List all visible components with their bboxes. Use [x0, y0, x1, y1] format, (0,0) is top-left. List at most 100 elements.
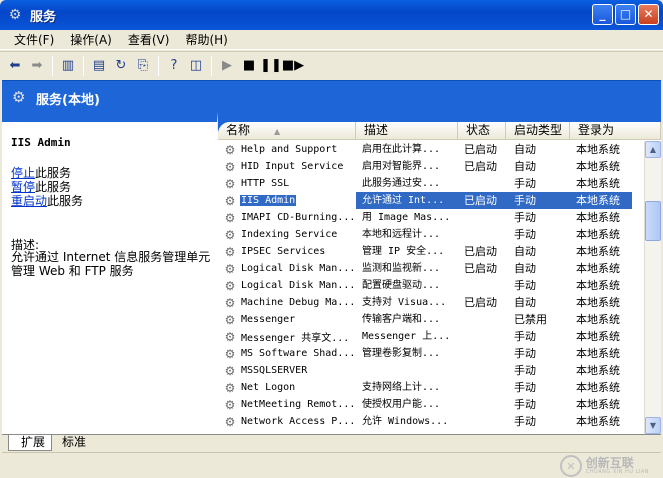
service-logon: 本地系统 [576, 245, 620, 258]
stop-service-icon[interactable]: ■ [238, 55, 260, 77]
column-name[interactable]: 名称 ▲ [218, 122, 356, 140]
service-name-cell: ⚙ HID Input Service [218, 159, 356, 175]
restart-service-action: 重启动此服务 [11, 192, 83, 209]
service-description: 允许通过 Int... [356, 192, 458, 209]
service-description: 使授权用户能... [362, 399, 441, 410]
service-status [458, 311, 506, 328]
table-row[interactable]: ⚙ IIS Admin 允许通过 Int... 已启动 手动 本地系统 [218, 192, 642, 209]
restart-link[interactable]: 重启动 [11, 194, 47, 208]
table-row[interactable]: ⚙ HTTP SSL 此服务通过安... 手动 本地系统 [218, 175, 642, 192]
watermark-logo-icon: ✕ [559, 455, 582, 477]
services-list[interactable]: 名称 ▲ 描述 状态 启动类型 登录为 ⚙ Help and Support 启用在此… [218, 122, 661, 434]
table-row[interactable]: ⚙ IMAPI CD-Burning... 用 Image Mas... 手动 本地系统 [218, 209, 642, 226]
scroll-up-icon[interactable]: ▲ [645, 141, 661, 158]
service-description: 允许 Windows... [362, 416, 449, 427]
scroll-down-icon[interactable]: ▼ [645, 417, 661, 434]
table-row[interactable]: ⚙ MSSQLSERVER 手动 本地系统 [218, 362, 642, 379]
service-status [458, 379, 506, 396]
vertical-scrollbar[interactable]: ▲ ▼ [644, 141, 661, 434]
service-name: IMAPI CD-Burning... [241, 212, 356, 223]
service-logon: 本地系统 [576, 381, 620, 394]
pause-service-icon[interactable]: ❚❚ [260, 55, 282, 77]
forward-arrow-icon[interactable]: ➡ [26, 55, 48, 77]
service-startup-type: 手动 [514, 330, 536, 343]
toolbar-separator [83, 55, 84, 76]
table-row[interactable]: ⚙ HID Input Service 启用对智能界... 已启动 自动 本地系统 [218, 158, 642, 175]
toolbar: ⬅ ➡ ▥ ▤ ↻ ⎘ ? ◫ ▶ ■ ❚❚ ■▶ [0, 51, 663, 79]
table-row[interactable]: ⚙ Network Access P... 允许 Windows... 手动 本地系统 [218, 413, 642, 430]
service-name-cell: ⚙ IMAPI CD-Burning... [218, 210, 356, 226]
title-bar[interactable]: ⚙ 服务 _ □ ✕ [0, 0, 663, 30]
service-name: IPSEC Services [241, 246, 326, 257]
service-name: Messenger 共享文... [241, 333, 350, 344]
table-row[interactable]: ⚙ Indexing Service 本地和远程计... 手动 本地系统 [218, 226, 642, 243]
service-description: 传输客户端和... [362, 314, 441, 325]
tab-extended[interactable]: 扩展 [8, 435, 53, 451]
start-service-icon[interactable]: ▶ [216, 55, 238, 77]
maximize-button[interactable]: □ [615, 4, 636, 25]
scroll-thumb[interactable] [645, 201, 661, 241]
properties-icon[interactable]: ▤ [88, 55, 110, 77]
column-startup-type[interactable]: 启动类型 [506, 122, 570, 140]
service-name-cell: ⚙ HTTP SSL [218, 176, 356, 192]
service-logon: 本地系统 [576, 160, 620, 173]
restart-service-icon[interactable]: ■▶ [282, 55, 304, 77]
selected-service-name: IIS Admin [11, 136, 71, 149]
service-description: 支持网络上计... [362, 382, 441, 393]
menu-help[interactable]: 帮助(H) [177, 30, 235, 50]
service-status [458, 226, 506, 243]
table-row[interactable]: ⚙ MS Software Shad... 管理卷影复制... 手动 本地系统 [218, 345, 642, 362]
service-name-cell: ⚙ Help and Support [218, 142, 356, 158]
toolbar-separator [158, 55, 159, 76]
watermark-text: 创新互联 [585, 456, 634, 470]
service-name: Machine Debug Ma... [241, 297, 356, 308]
menu-view[interactable]: 查看(V) [120, 30, 178, 50]
service-gear-icon: ⚙ [224, 176, 236, 191]
watermark-subtext: CHUANG XIN HU LIAN [585, 469, 649, 475]
service-description: 用 Image Mas... [362, 212, 451, 223]
table-row[interactable]: ⚙ Machine Debug Ma... 支持对 Visua... 已启动 自动 本地系… [218, 294, 642, 311]
service-name: HID Input Service [241, 161, 344, 172]
service-gear-icon: ⚙ [224, 142, 236, 157]
table-row[interactable]: ⚙ IPSEC Services 管理 IP 安全... 已启动 自动 本地系统 [218, 243, 642, 260]
service-startup-type: 手动 [514, 364, 536, 377]
table-row[interactable]: ⚙ NetMeeting Remot... 使授权用户能... 手动 本地系统 [218, 396, 642, 413]
back-arrow-icon[interactable]: ⬅ [4, 55, 26, 77]
watermark: ✕ 创新互联 CHUANG XIN HU LIAN [559, 455, 649, 477]
detail-panel: IIS Admin 停止此服务 暂停此服务 重启动此服务 描述: 允许通过 In… [2, 122, 218, 434]
close-button[interactable]: ✕ [638, 4, 659, 25]
table-row[interactable]: ⚙ Net Logon 支持网络上计... 手动 本地系统 [218, 379, 642, 396]
minimize-button[interactable]: _ [592, 4, 613, 25]
service-gear-icon: ⚙ [224, 346, 236, 361]
service-gear-icon: ⚙ [224, 261, 236, 276]
service-startup-type: 自动 [514, 296, 536, 309]
help-icon[interactable]: ? [163, 55, 185, 77]
service-status: 已启动 [464, 262, 497, 275]
toggle-pane-icon[interactable]: ◫ [185, 55, 207, 77]
table-row[interactable]: ⚙ Messenger 传输客户端和... 已禁用 本地系统 [218, 311, 642, 328]
menu-file[interactable]: 文件(F) [6, 30, 62, 50]
service-description: Messenger 上... [362, 331, 451, 342]
service-gear-icon: ⚙ [224, 363, 236, 378]
description-text: 允许通过 Internet 信息服务管理单元管理 Web 和 FTP 服务 [11, 250, 211, 278]
tab-standard[interactable]: 标准 [50, 435, 92, 451]
extended-detail-pane: IIS Admin 停止此服务 暂停此服务 重启动此服务 描述: 允许通过 In… [2, 112, 218, 434]
console-tree-icon[interactable]: ▥ [57, 55, 79, 77]
column-description[interactable]: 描述 [356, 122, 458, 140]
service-status: 已启动 [458, 192, 506, 209]
table-row[interactable]: ⚙ Messenger 共享文... Messenger 上... 手动 本地系统 [218, 328, 642, 345]
export-list-icon[interactable]: ⎘ [132, 55, 154, 77]
service-name: Help and Support [241, 144, 338, 155]
column-status[interactable]: 状态 [458, 122, 506, 140]
menu-action[interactable]: 操作(A) [62, 30, 120, 50]
service-startup-type: 已禁用 [514, 313, 547, 326]
service-gear-icon: ⚙ [224, 159, 236, 174]
table-row[interactable]: ⚙ Logical Disk Man... 配置硬盘驱动... 手动 本地系统 [218, 277, 642, 294]
table-row[interactable]: ⚙ Help and Support 启用在此计算... 已启动 自动 本地系统 [218, 141, 642, 158]
table-row[interactable]: ⚙ Logical Disk Man... 监测和监视新... 已启动 自动 本地系统 [218, 260, 642, 277]
refresh-icon[interactable]: ↻ [110, 55, 132, 77]
service-gear-icon: ⚙ [224, 414, 236, 429]
column-logon-as[interactable]: 登录为 [570, 122, 661, 140]
service-startup-type: 手动 [514, 415, 536, 428]
service-status: 已启动 [464, 245, 497, 258]
